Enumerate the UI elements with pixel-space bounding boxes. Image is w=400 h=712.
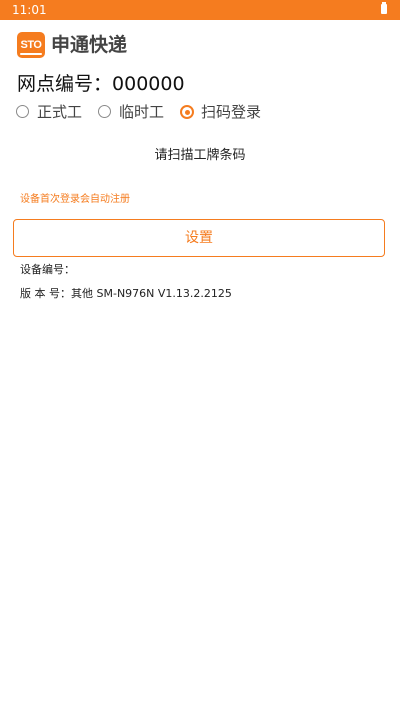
radio-circle-icon [98, 105, 111, 118]
station-label: 网点编号： [17, 73, 113, 95]
login-mode-group: 正式工 临时工 扫码登录 [16, 100, 396, 124]
radio-label: 临时工 [119, 103, 165, 121]
device-number-line: 设备编号： [20, 262, 75, 278]
version-line: 版 本 号：其他 SM-N976N V1.13.2.2125 [20, 286, 232, 302]
radio-circle-icon [16, 105, 29, 118]
radio-label: 正式工 [37, 103, 83, 121]
battery-icon [381, 2, 387, 14]
status-time: 11:01 [12, 3, 47, 17]
sto-logo-icon: STO [17, 32, 45, 58]
version-value: 其他 SM-N976N V1.13.2.2125 [71, 287, 232, 300]
brand-name: 申通快递 [51, 34, 128, 56]
settings-button[interactable]: 设置 [13, 219, 385, 257]
station-value: 000000 [112, 73, 185, 95]
version-label: 版 本 号： [20, 287, 71, 300]
auto-register-note: 设备首次登录会自动注册 [20, 194, 130, 205]
radio-label: 扫码登录 [201, 103, 262, 121]
station-number: 网点编号：000000 [17, 71, 185, 97]
scan-badge-prompt: 请扫描工牌条码 [154, 148, 246, 163]
status-bar: 11:01 [0, 0, 400, 20]
radio-checked-icon [180, 105, 194, 119]
device-number-label: 设备编号： [20, 263, 75, 276]
